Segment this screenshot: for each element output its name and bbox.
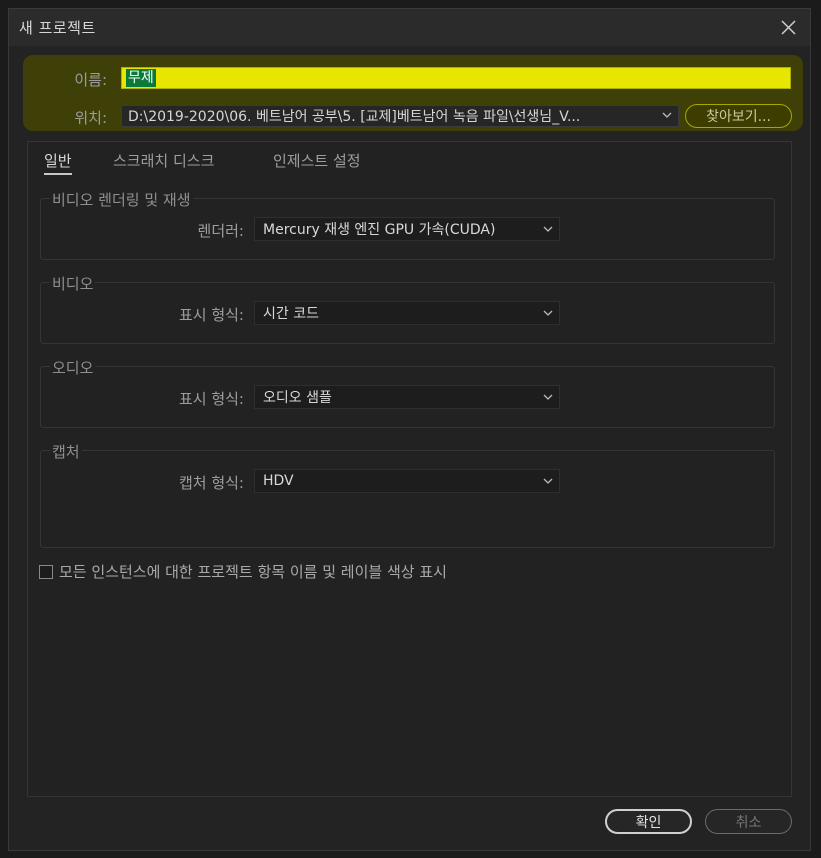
capture-format-value: HDV <box>263 473 294 489</box>
group-capture <box>40 450 775 548</box>
group-title-video: 비디오 <box>50 273 96 294</box>
location-select[interactable]: D:\2019-2020\06. 베트남어 공부\5. [교제]베트남어 녹음 … <box>121 105 679 127</box>
name-label: 이름: <box>74 71 107 89</box>
show-labels-checkbox-label: 모든 인스턴스에 대한 프로젝트 항목 이름 및 레이블 색상 표시 <box>59 563 447 581</box>
dialog-title: 새 프로젝트 <box>19 19 96 37</box>
audio-display-format-select[interactable]: 오디오 샘플 <box>254 385 560 409</box>
audio-display-format-value: 오디오 샘플 <box>263 390 332 406</box>
tab-general[interactable]: 일반 <box>44 150 72 175</box>
chevron-down-icon <box>662 112 672 118</box>
settings-panel: 일반 스크래치 디스크 인제스트 설정 비디오 렌더링 및 재생 렌더러: Me… <box>27 141 792 797</box>
tab-ingest-settings[interactable]: 인제스트 설정 <box>273 150 361 171</box>
close-button[interactable] <box>776 15 800 39</box>
chevron-down-icon <box>543 310 553 316</box>
title-bar: 새 프로젝트 <box>9 9 810 46</box>
group-title-video-rendering: 비디오 렌더링 및 재생 <box>50 189 193 210</box>
chevron-down-icon <box>543 478 553 484</box>
new-project-dialog: 새 프로젝트 이름: 무제 위치: D:\2019-2020\06. 베트남어 … <box>8 8 811 851</box>
video-display-format-label: 표시 형식: <box>178 306 244 324</box>
video-display-format-value: 시간 코드 <box>263 306 319 322</box>
location-value: D:\2019-2020\06. 베트남어 공부\5. [교제]베트남어 녹음 … <box>128 109 581 125</box>
capture-format-select[interactable]: HDV <box>254 469 560 493</box>
renderer-select[interactable]: Mercury 재생 엔진 GPU 가속(CUDA) <box>254 217 560 241</box>
location-label: 위치: <box>74 109 107 127</box>
cancel-button[interactable]: 취소 <box>705 809 792 834</box>
chevron-down-icon <box>543 394 553 400</box>
chevron-down-icon <box>543 226 553 232</box>
group-title-capture: 캡처 <box>50 441 82 462</box>
project-name-value: 무제 <box>126 69 156 87</box>
show-labels-checkbox[interactable] <box>39 564 53 579</box>
ok-button[interactable]: 확인 <box>605 809 692 834</box>
show-labels-checkbox-row[interactable]: 모든 인스턴스에 대한 프로젝트 항목 이름 및 레이블 색상 표시 <box>39 561 447 582</box>
video-display-format-select[interactable]: 시간 코드 <box>254 301 560 325</box>
project-name-input[interactable]: 무제 <box>121 67 791 89</box>
renderer-value: Mercury 재생 엔진 GPU 가속(CUDA) <box>263 222 496 238</box>
capture-format-label: 캡처 형식: <box>178 474 244 492</box>
group-title-audio: 오디오 <box>50 357 96 378</box>
renderer-label: 렌더러: <box>197 222 244 240</box>
close-icon <box>780 19 796 35</box>
browse-button[interactable]: 찾아보기... <box>685 104 792 128</box>
tab-scratch-disks[interactable]: 스크래치 디스크 <box>113 150 214 171</box>
audio-display-format-label: 표시 형식: <box>178 390 244 408</box>
